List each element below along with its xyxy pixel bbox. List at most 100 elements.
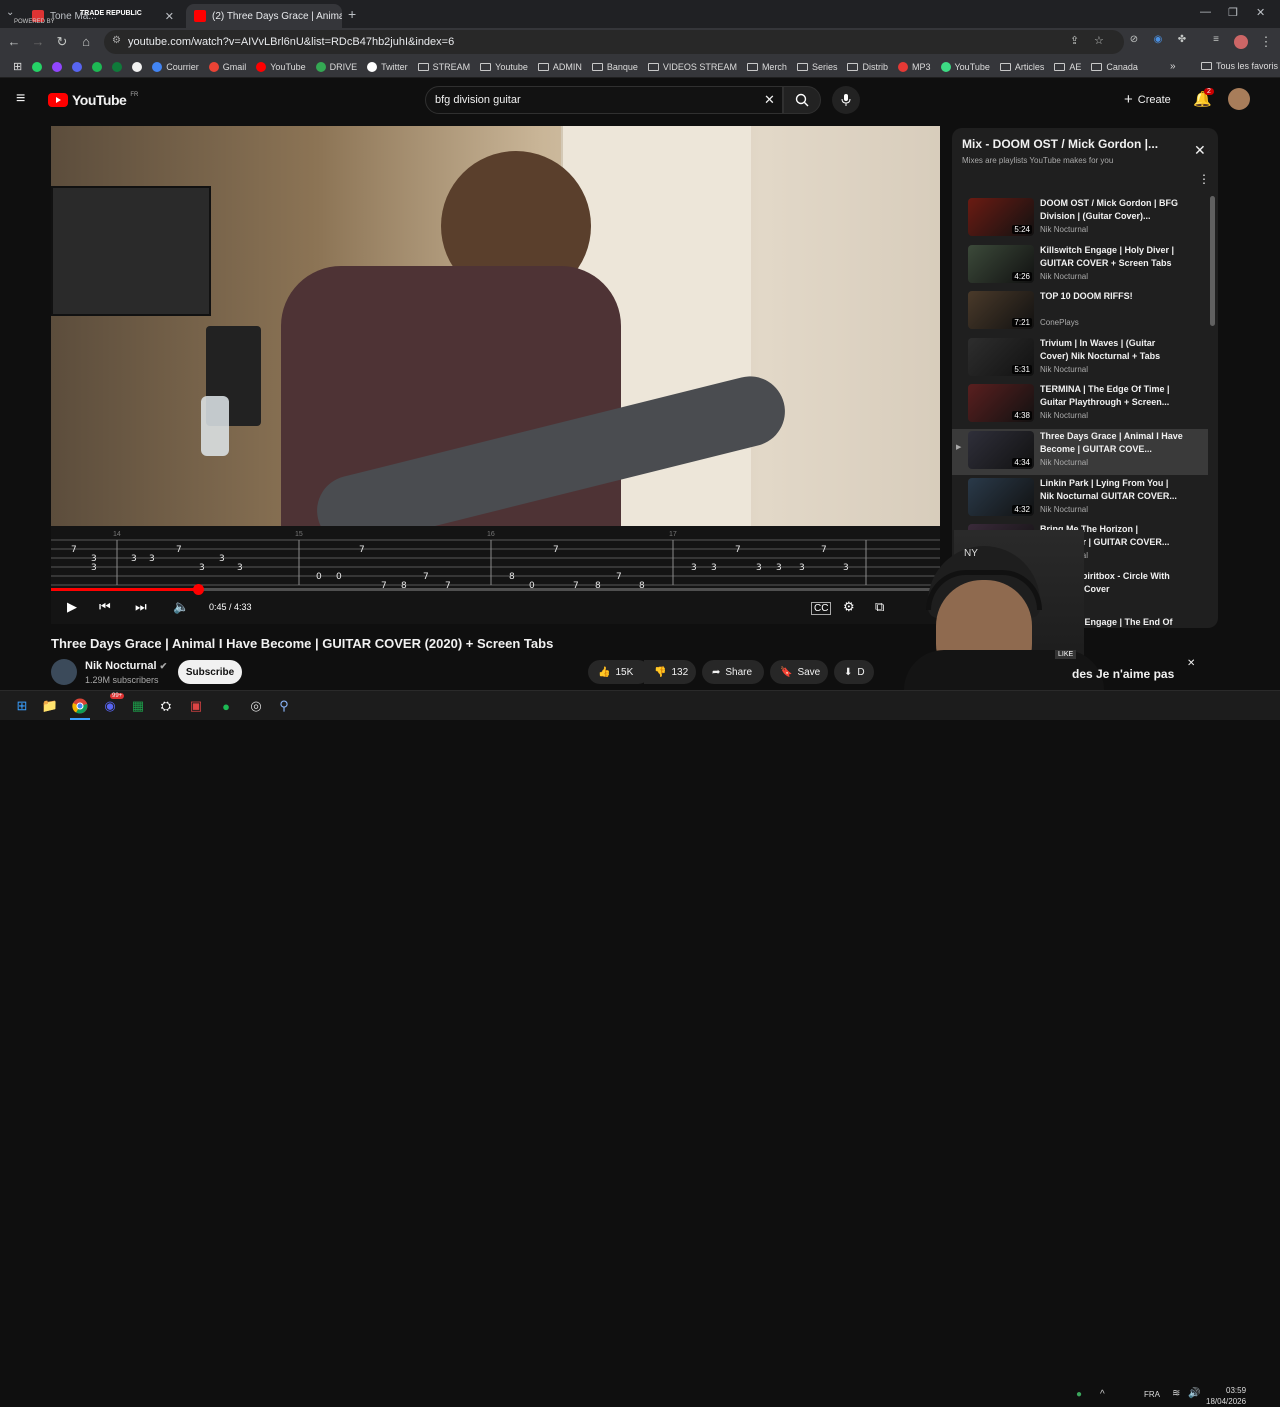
- tab-close-icon[interactable]: ✕: [165, 10, 174, 23]
- file-explorer-icon[interactable]: 📁: [40, 696, 60, 716]
- account-avatar[interactable]: [1228, 88, 1250, 110]
- bookmark-star-icon[interactable]: ☆: [1094, 34, 1104, 47]
- wifi-icon[interactable]: ≋: [1172, 1388, 1180, 1399]
- steam-icon[interactable]: ⛭: [156, 696, 176, 716]
- bookmark-stream[interactable]: STREAM: [413, 62, 476, 72]
- channel-name[interactable]: Nik Nocturnal ✔: [85, 660, 167, 672]
- windows-start-icon[interactable]: ⊞: [12, 696, 32, 716]
- minimize-icon[interactable]: —: [1200, 6, 1211, 18]
- discord-icon[interactable]: ◉: [100, 696, 120, 716]
- steam-alt-icon[interactable]: ⚲: [274, 696, 294, 716]
- site-info-icon[interactable]: ⚙: [112, 35, 121, 46]
- playlist-thumbnail[interactable]: 7:21: [968, 291, 1034, 330]
- playlist-thumbnail[interactable]: 4:34: [968, 431, 1034, 469]
- bookmark-ae[interactable]: AE: [1049, 62, 1086, 72]
- bookmark-admin[interactable]: ADMIN: [533, 62, 587, 72]
- search-button[interactable]: [783, 86, 821, 114]
- tray-icon-1[interactable]: ●: [1076, 1389, 1082, 1400]
- hamburger-menu-icon[interactable]: ≡: [16, 90, 25, 108]
- share-button[interactable]: ➦ Share: [702, 660, 764, 684]
- playlist-thumbnail[interactable]: 5:31: [968, 337, 1034, 376]
- home-icon[interactable]: ⌂: [78, 34, 94, 49]
- apps-grid-icon[interactable]: ⊞: [8, 60, 27, 73]
- extension-icon-1[interactable]: ⊘: [1126, 34, 1142, 45]
- playlist-item[interactable]: 7:21 TOP 10 DOOM RIFFS! ConePlays: [952, 289, 1208, 335]
- playlist-more-icon[interactable]: ⋮: [1198, 172, 1210, 186]
- speaker-icon[interactable]: 🔊: [1188, 1388, 1200, 1399]
- playlist-item[interactable]: 4:32 Linkin Park | Lying From You | Nik N…: [952, 476, 1208, 522]
- channel-avatar[interactable]: [51, 659, 77, 685]
- bookmark-youtube[interactable]: YouTube: [251, 61, 310, 72]
- bookmark-td[interactable]: [107, 61, 127, 72]
- calculator-icon[interactable]: ▦: [128, 696, 148, 716]
- playlist-thumbnail[interactable]: 4:26: [968, 244, 1034, 283]
- playlist-title[interactable]: Mix - DOOM OST / Mick Gordon |...: [962, 137, 1182, 151]
- profile-avatar[interactable]: [1234, 35, 1248, 49]
- menu-dots-icon[interactable]: ⋮: [1258, 34, 1274, 50]
- bookmark-courrier[interactable]: Courrier: [147, 61, 204, 72]
- bookmark-articles[interactable]: Articles: [995, 62, 1050, 72]
- bookmark-spotify[interactable]: [87, 61, 107, 72]
- close-playlist-icon[interactable]: ✕: [1194, 142, 1206, 159]
- app-red-icon[interactable]: ▣: [186, 696, 206, 716]
- bookmark-videos-stream[interactable]: VIDEOS STREAM: [643, 62, 742, 72]
- obs-icon[interactable]: ◎: [246, 696, 266, 716]
- extensions-puzzle-icon[interactable]: ✤: [1174, 34, 1190, 45]
- bookmark-distrib[interactable]: Distrib: [842, 62, 893, 72]
- settings-gear-icon[interactable]: ⚙: [843, 599, 855, 615]
- tab-youtube[interactable]: (2) Three Days Grace | Animal I ✕: [186, 4, 342, 28]
- bookmark-app[interactable]: [47, 61, 67, 72]
- new-tab-plus-icon[interactable]: +: [348, 6, 356, 22]
- search-input[interactable]: bfg division guitar ✕: [425, 86, 783, 114]
- create-button[interactable]: + Create: [1124, 91, 1171, 108]
- scrubber-handle[interactable]: [192, 584, 204, 595]
- bookmark-canada[interactable]: Canada: [1086, 62, 1143, 72]
- tab-search-icon[interactable]: ⌄: [6, 7, 14, 18]
- bookmark-mail[interactable]: [127, 61, 147, 72]
- playlist-item[interactable]: 5:24 DOOM OST / Mick Gordon | BFG Divisio…: [952, 196, 1208, 242]
- dislike-button[interactable]: 👎 132: [644, 660, 696, 684]
- bookmark-youtube[interactable]: YouTube: [936, 61, 995, 72]
- bookmark-youtube[interactable]: Youtube: [475, 62, 533, 72]
- bookmark-mp3[interactable]: MP3: [893, 61, 936, 72]
- address-bar[interactable]: ⚙ youtube.com/watch?v=AIVvLBrl6nU&list=R…: [104, 30, 1124, 54]
- media-icon[interactable]: ≡: [1208, 34, 1224, 45]
- playlist-thumbnail[interactable]: 4:32: [968, 477, 1034, 516]
- next-icon[interactable]: ⏭: [135, 599, 147, 615]
- restore-icon[interactable]: ❐: [1228, 6, 1238, 19]
- playlist-scrollbar[interactable]: [1210, 196, 1215, 326]
- reload-icon[interactable]: ↻: [54, 34, 70, 50]
- alert-close-icon[interactable]: ✕: [1187, 658, 1195, 669]
- close-window-icon[interactable]: ✕: [1256, 6, 1265, 19]
- forward-icon[interactable]: →: [30, 34, 46, 49]
- play-icon[interactable]: ▶: [67, 599, 77, 615]
- previous-icon[interactable]: ⏮: [99, 599, 111, 615]
- bookmark-twitter[interactable]: Twitter: [362, 61, 413, 72]
- like-button[interactable]: 👍 15K: [588, 660, 650, 684]
- playlist-item[interactable]: ▶ 4:34 Three Days Grace | Animal I Have Be…: [952, 429, 1208, 475]
- all-bookmarks[interactable]: Tous les favoris: [1196, 61, 1280, 71]
- spotify-icon[interactable]: ●: [216, 696, 236, 716]
- clear-search-icon[interactable]: ✕: [764, 92, 775, 108]
- volume-icon[interactable]: 🔈: [173, 599, 189, 615]
- save-button[interactable]: 🔖 Save: [770, 660, 828, 684]
- system-clock[interactable]: 03:59 18/04/2026: [1206, 1385, 1246, 1407]
- voice-search-button[interactable]: [832, 86, 860, 114]
- bookmark-whatsapp[interactable]: [27, 61, 47, 72]
- install-icon[interactable]: ⇪: [1070, 34, 1079, 47]
- language-indicator[interactable]: FRA: [1144, 1390, 1160, 1399]
- extension-icon-2[interactable]: ◉: [1150, 34, 1166, 45]
- playlist-thumbnail[interactable]: 5:24: [968, 198, 1034, 236]
- back-icon[interactable]: ←: [6, 34, 22, 49]
- bookmark-drive[interactable]: DRIVE: [311, 61, 363, 72]
- bookmark-banque[interactable]: Banque: [587, 62, 643, 72]
- bookmark-merch[interactable]: Merch: [742, 62, 792, 72]
- playlist-item[interactable]: 4:26 Killswitch Engage | Holy Diver | GUI…: [952, 243, 1208, 289]
- playlist-item[interactable]: 5:31 Trivium | In Waves | (Guitar Cover) …: [952, 336, 1208, 382]
- playlist-thumbnail[interactable]: 4:38: [968, 384, 1034, 423]
- bookmark-series[interactable]: Series: [792, 62, 843, 72]
- chrome-icon[interactable]: [70, 696, 90, 716]
- bookmarks-more-icon[interactable]: »: [1170, 61, 1176, 72]
- subscribe-button[interactable]: Subscribe: [178, 660, 242, 684]
- bookmark-gmail[interactable]: Gmail: [204, 61, 252, 72]
